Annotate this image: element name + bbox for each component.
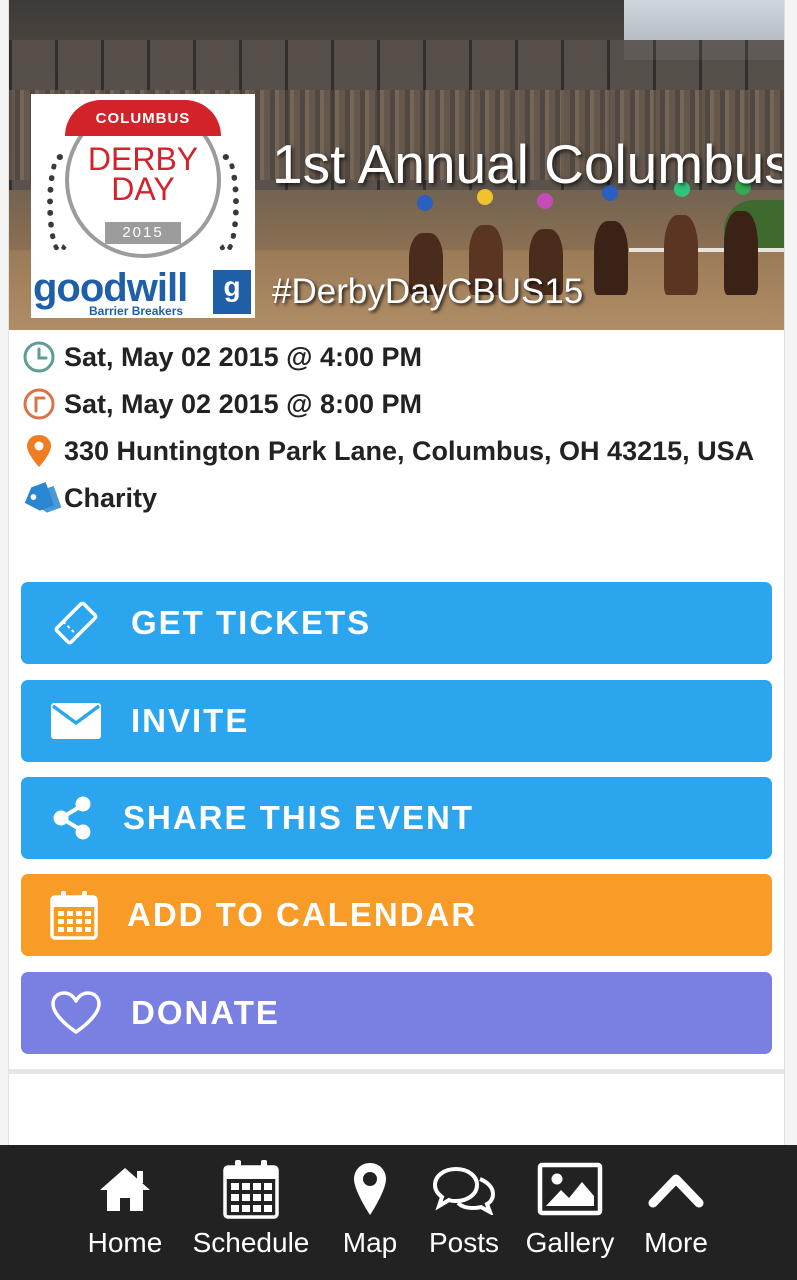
share-event-button[interactable]: SHARE THIS EVENT	[21, 777, 772, 859]
event-title: 1st Annual Columbus Derby...	[272, 133, 782, 195]
address-row[interactable]: 330 Huntington Park Lane, Columbus, OH 4…	[22, 434, 762, 472]
end-time-icon	[22, 387, 64, 421]
nav-label-more: More	[644, 1227, 708, 1258]
laurel-left-icon	[47, 154, 73, 254]
logo-brand-mark: g	[213, 270, 251, 314]
calendar-icon	[21, 874, 127, 956]
add-to-calendar-button[interactable]: ADD TO CALENDAR	[21, 874, 772, 956]
end-time-row: Sat, May 02 2015 @ 8:00 PM	[22, 387, 762, 425]
clock-icon	[22, 340, 64, 374]
tag-icon	[22, 481, 64, 515]
nav-item-posts[interactable]: Posts	[424, 1145, 504, 1280]
heart-icon	[21, 972, 131, 1054]
event-details: Sat, May 02 2015 @ 4:00 PM Sat, May 02 2…	[22, 340, 762, 528]
laurel-right-icon	[213, 154, 239, 254]
end-time-text: Sat, May 02 2015 @ 8:00 PM	[64, 389, 423, 419]
calendar-icon	[223, 1145, 279, 1225]
nav-item-more[interactable]: More	[640, 1145, 712, 1280]
nav-label-posts: Posts	[428, 1227, 500, 1258]
logo-brand-sub: Barrier Breakers	[89, 304, 184, 318]
donate-label: DONATE	[131, 994, 280, 1031]
logo-brand: goodwill	[33, 266, 188, 310]
logo-derby-day: DERBY DAY	[87, 141, 199, 207]
event-banner: COLUMBUS DERBY DAY 2015 goodwill Barrier…	[9, 0, 784, 330]
category-row: Charity	[22, 481, 762, 519]
map-pin-icon	[22, 434, 64, 468]
invite-label: INVITE	[131, 702, 250, 739]
bottom-nav: Home Schedule Map Posts Gallery More	[0, 1145, 797, 1280]
get-tickets-button[interactable]: GET TICKETS	[21, 582, 772, 664]
start-time-row: Sat, May 02 2015 @ 4:00 PM	[22, 340, 762, 378]
ticket-icon	[21, 582, 131, 664]
chat-bubbles-icon	[432, 1145, 496, 1225]
home-icon	[97, 1145, 153, 1225]
donate-button[interactable]: DONATE	[21, 972, 772, 1054]
image-icon	[537, 1145, 603, 1225]
envelope-icon	[21, 680, 131, 762]
nav-label-map: Map	[342, 1227, 398, 1258]
content-divider	[9, 1069, 784, 1074]
nav-item-gallery[interactable]: Gallery	[524, 1145, 616, 1280]
nav-item-schedule[interactable]: Schedule	[189, 1145, 313, 1280]
chevron-up-icon	[648, 1145, 704, 1225]
event-screen: COLUMBUS DERBY DAY 2015 goodwill Barrier…	[0, 0, 797, 1280]
logo-arc: COLUMBUS	[65, 100, 221, 136]
logo-year: 2015	[105, 222, 181, 244]
category-text: Charity	[64, 483, 158, 513]
invite-button[interactable]: INVITE	[21, 680, 772, 762]
start-time-text: Sat, May 02 2015 @ 4:00 PM	[64, 342, 423, 372]
event-logo: COLUMBUS DERBY DAY 2015 goodwill Barrier…	[31, 94, 255, 318]
nav-item-map[interactable]: Map	[340, 1145, 400, 1280]
map-pin-icon	[352, 1145, 388, 1225]
get-tickets-label: GET TICKETS	[131, 604, 372, 641]
frame-left	[0, 0, 9, 1145]
share-icon	[21, 777, 123, 859]
nav-label-home: Home	[87, 1227, 163, 1258]
address-text: 330 Huntington Park Lane, Columbus, OH 4…	[64, 436, 755, 466]
event-hashtag: #DerbyDayCBUS15	[272, 272, 584, 311]
nav-label-schedule: Schedule	[192, 1227, 310, 1258]
frame-right	[784, 0, 797, 1145]
nav-item-home[interactable]: Home	[83, 1145, 167, 1280]
nav-label-gallery: Gallery	[525, 1227, 615, 1258]
add-to-calendar-label: ADD TO CALENDAR	[127, 896, 478, 933]
share-event-label: SHARE THIS EVENT	[123, 799, 475, 836]
